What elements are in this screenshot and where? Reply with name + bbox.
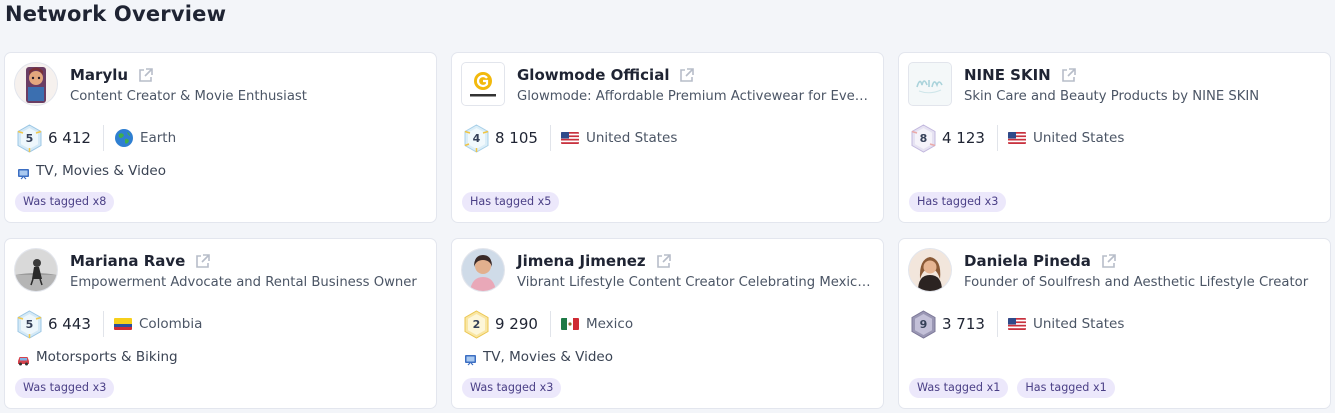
page-title: Network Overview — [5, 2, 227, 26]
level-number: 5 — [25, 131, 34, 145]
profile-name[interactable]: Jimena Jimenez — [517, 252, 646, 270]
profile-description: Skin Care and Beauty Products by NINE SK… — [964, 89, 1260, 104]
tags-row: Has tagged x5 — [462, 192, 560, 212]
category-row: TV, Movies & Video — [464, 349, 613, 365]
colombia-flag-icon — [113, 318, 132, 330]
profile-description: Glowmode: Affordable Premium Activewear … — [517, 89, 873, 104]
level-number: 2 — [472, 317, 481, 331]
profile-description: Empowerment Advocate and Rental Business… — [70, 275, 417, 290]
divider — [549, 125, 551, 151]
category-label: TV, Movies & Video — [36, 163, 166, 179]
level-badge: 4 — [462, 123, 491, 153]
external-link-icon[interactable] — [137, 67, 154, 84]
tags-row: Was tagged x8 — [15, 192, 115, 212]
profile-card[interactable]: Mariana Rave Empowerment Advocate and Re… — [4, 238, 437, 409]
level-badge: 5 — [15, 309, 44, 339]
stats-row: 5 6 412 Earth — [15, 123, 176, 153]
stats-row: 5 6 443 Colombia — [15, 309, 202, 339]
tag-badge: Was tagged x8 — [15, 192, 115, 212]
tag-badge: Has tagged x5 — [462, 192, 560, 212]
location-label: Colombia — [138, 316, 203, 332]
location-label: United States — [1032, 130, 1125, 146]
profile-name[interactable]: Daniela Pineda — [964, 252, 1091, 270]
avatar[interactable] — [15, 63, 57, 105]
avatar[interactable] — [909, 249, 951, 291]
us-flag-icon — [1007, 132, 1026, 144]
tags-row: Was tagged x3 — [462, 378, 562, 398]
us-flag-icon — [1007, 318, 1026, 330]
follower-count: 8 105 — [495, 129, 538, 147]
stats-row: 8 4 123 United States — [909, 123, 1124, 153]
glowmode-logo[interactable] — [462, 63, 504, 105]
level-badge: 5 — [15, 123, 44, 153]
tv-icon — [17, 165, 30, 179]
divider — [996, 311, 998, 337]
tag-badge: Has tagged x1 — [1017, 378, 1115, 398]
category-row: Motorsports & Biking — [17, 349, 178, 365]
tag-badge: Was tagged x3 — [15, 378, 115, 398]
location-label: Earth — [139, 130, 177, 146]
tag-badge: Was tagged x1 — [909, 378, 1009, 398]
stats-row: 2 9 290 Mexico — [462, 309, 633, 339]
tags-row: Was tagged x3 — [15, 378, 115, 398]
nine-skin-logo[interactable] — [909, 63, 951, 105]
profile-name[interactable]: NINE SKIN — [964, 66, 1051, 84]
follower-count: 6 412 — [48, 129, 91, 147]
level-badge: 8 — [909, 123, 938, 153]
follower-count: 9 290 — [495, 315, 538, 333]
mexico-flag-icon — [560, 318, 579, 330]
location-label: Mexico — [585, 316, 634, 332]
level-badge: 9 — [909, 309, 938, 339]
divider — [996, 125, 998, 151]
profile-description: Founder of Soulfresh and Aesthetic Lifes… — [964, 275, 1309, 290]
tag-badge: Was tagged x3 — [462, 378, 562, 398]
location-label: United States — [585, 130, 678, 146]
tags-row: Was tagged x1 Has tagged x1 — [909, 378, 1115, 398]
category-label: TV, Movies & Video — [483, 349, 613, 365]
external-link-icon[interactable] — [1060, 67, 1077, 84]
level-number: 9 — [919, 317, 928, 331]
profile-name[interactable]: Marylu — [70, 66, 128, 84]
network-cards-grid: Marylu Content Creator & Movie Enthusias… — [4, 52, 1331, 409]
stats-row: 4 8 105 United States — [462, 123, 677, 153]
us-flag-icon — [560, 132, 579, 144]
tag-badge: Has tagged x3 — [909, 192, 1007, 212]
divider — [549, 311, 551, 337]
profile-card[interactable]: Marylu Content Creator & Movie Enthusias… — [4, 52, 437, 223]
avatar[interactable] — [15, 249, 57, 291]
tags-row: Has tagged x3 — [909, 192, 1007, 212]
profile-card[interactable]: NINE SKIN Skin Care and Beauty Products … — [898, 52, 1331, 223]
profile-card[interactable]: Jimena Jimenez Vibrant Lifestyle Content… — [451, 238, 884, 409]
external-link-icon[interactable] — [655, 253, 672, 270]
follower-count: 3 713 — [942, 315, 985, 333]
divider — [102, 311, 104, 337]
tv-icon — [464, 351, 477, 365]
category-row: TV, Movies & Video — [17, 163, 166, 179]
level-number: 8 — [919, 131, 928, 145]
profile-name[interactable]: Glowmode Official — [517, 66, 669, 84]
level-badge: 2 — [462, 309, 491, 339]
globe-icon — [114, 128, 134, 148]
car-icon — [17, 351, 30, 365]
stats-row: 9 3 713 United States — [909, 309, 1124, 339]
level-number: 4 — [472, 131, 481, 145]
profile-description: Vibrant Lifestyle Content Creator Celebr… — [517, 275, 873, 290]
follower-count: 6 443 — [48, 315, 91, 333]
avatar[interactable] — [462, 249, 504, 291]
external-link-icon[interactable] — [678, 67, 695, 84]
external-link-icon[interactable] — [1100, 253, 1117, 270]
divider — [102, 125, 104, 151]
external-link-icon[interactable] — [194, 253, 211, 270]
profile-description: Content Creator & Movie Enthusiast — [70, 89, 307, 104]
location-label: United States — [1032, 316, 1125, 332]
profile-card[interactable]: Daniela Pineda Founder of Soulfresh and … — [898, 238, 1331, 409]
follower-count: 4 123 — [942, 129, 985, 147]
category-label: Motorsports & Biking — [36, 349, 178, 365]
level-number: 5 — [25, 317, 34, 331]
profile-name[interactable]: Mariana Rave — [70, 252, 185, 270]
profile-card[interactable]: Glowmode Official Glowmode: Affordable P… — [451, 52, 884, 223]
